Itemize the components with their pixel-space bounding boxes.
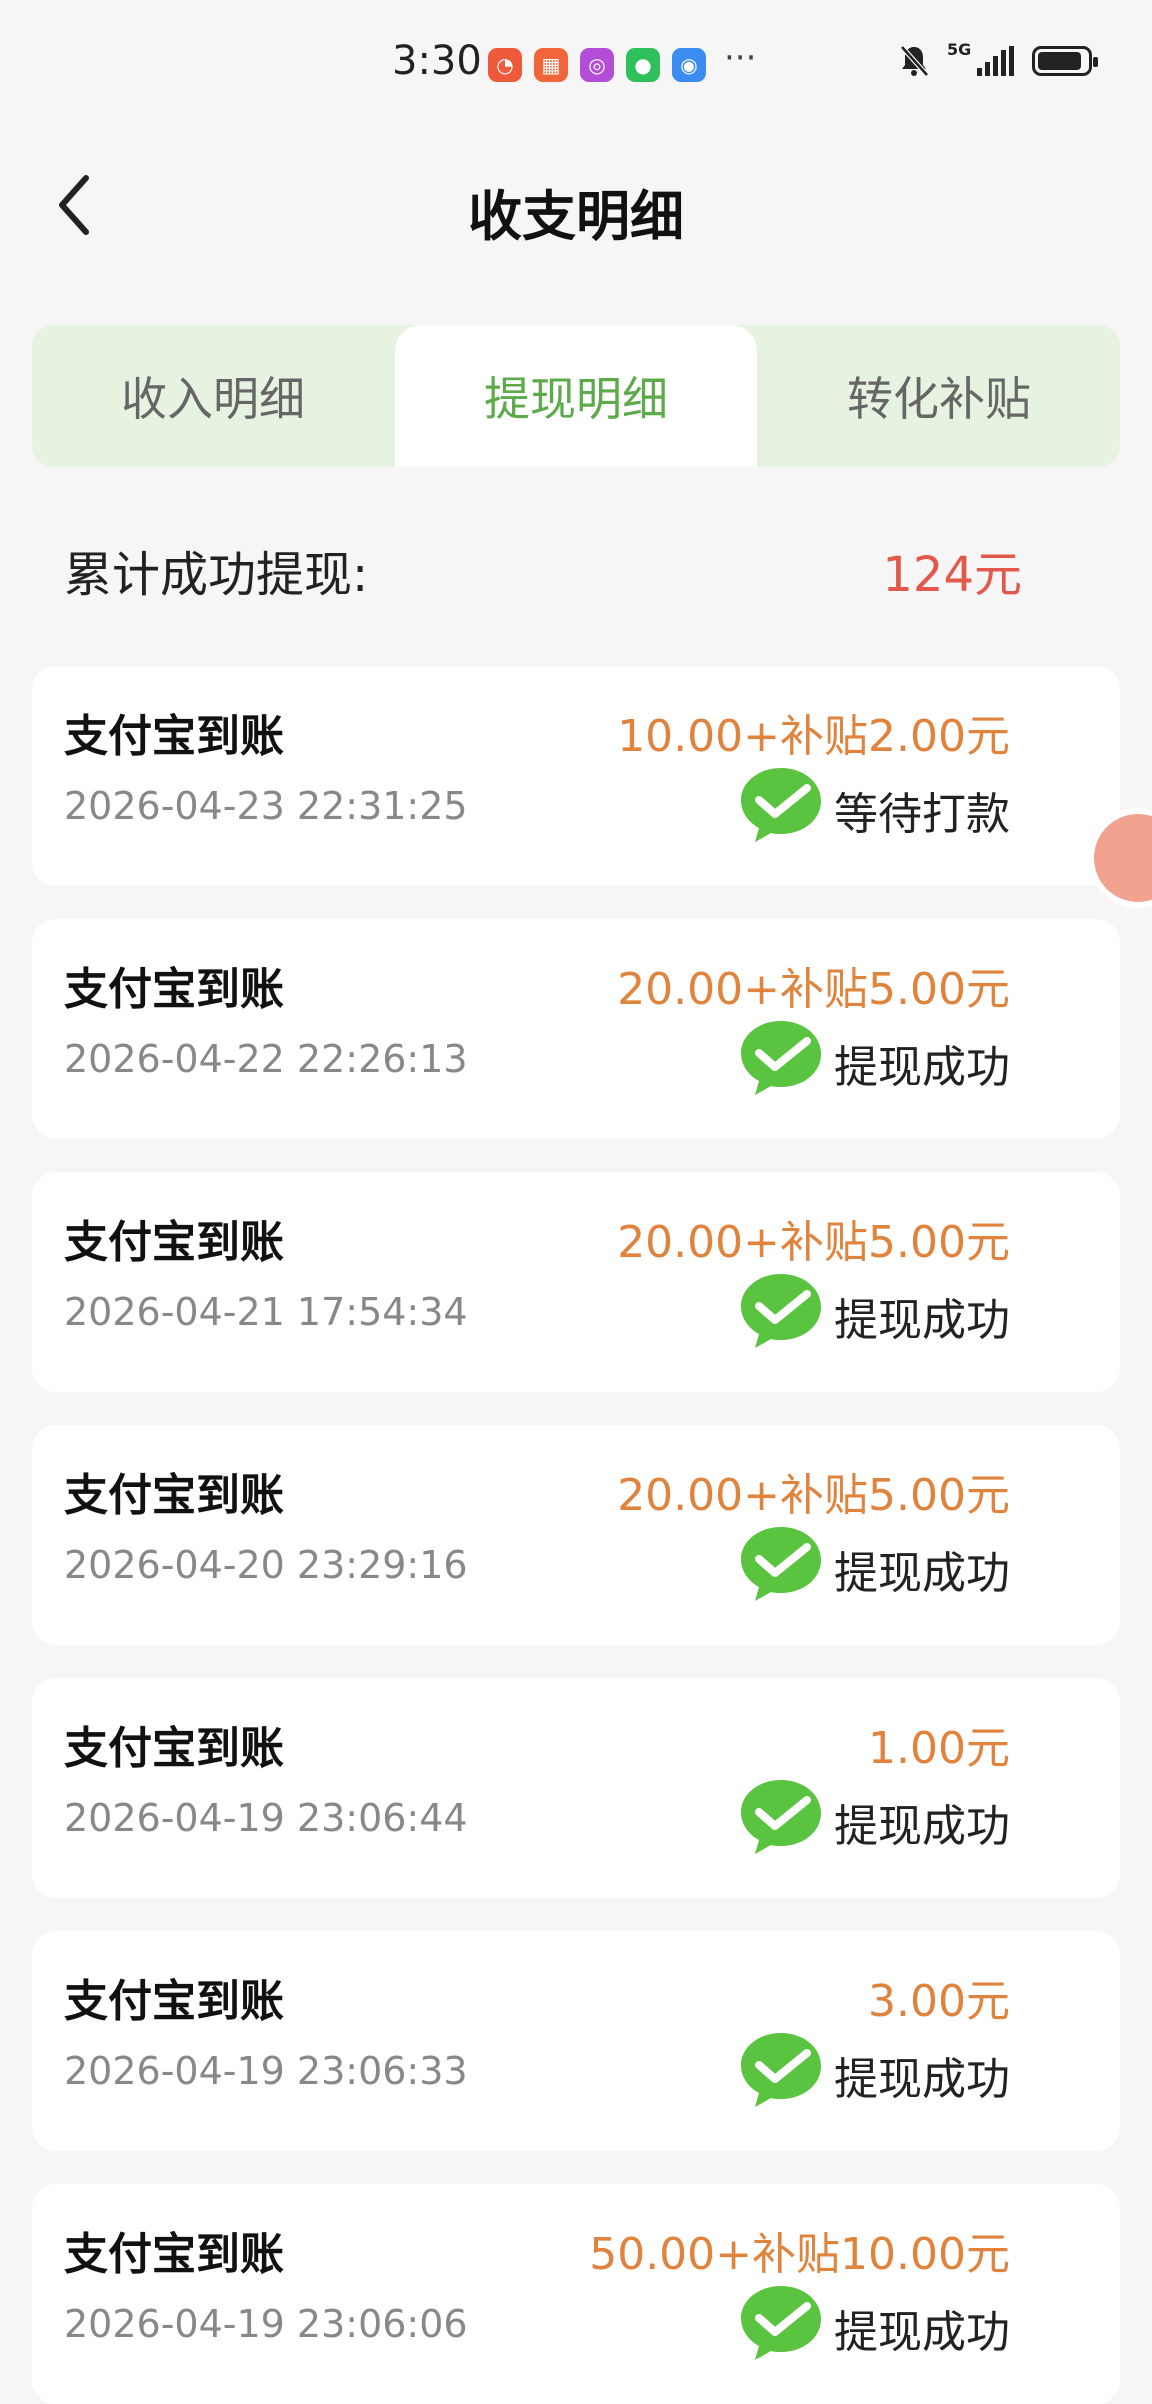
record-title: 支付宝到账 bbox=[64, 1976, 284, 2027]
record-card[interactable]: 支付宝到账 2026-04-19 23:06:44 1.00元 提现成功 bbox=[32, 1678, 1120, 1898]
record-status: 等待打款 bbox=[834, 789, 1010, 840]
network-type: 5G bbox=[947, 40, 972, 59]
record-card[interactable]: 支付宝到账 2026-04-21 17:54:34 20.00+补贴5.00元 … bbox=[32, 1172, 1120, 1392]
wechat-check-icon bbox=[741, 1527, 821, 1601]
record-amount: 10.00+补贴2.00元 bbox=[617, 711, 1010, 762]
record-time: 2026-04-19 23:06:33 bbox=[64, 2049, 468, 2093]
status-time: 3:30 bbox=[392, 38, 482, 84]
record-status: 提现成功 bbox=[834, 1295, 1010, 1346]
wechat-check-icon bbox=[741, 1021, 821, 1095]
wechat-icon: ● bbox=[626, 48, 660, 82]
record-status: 提现成功 bbox=[834, 2054, 1010, 2105]
wechat-check-icon bbox=[741, 768, 821, 842]
more-notifications-icon: ··· bbox=[724, 38, 757, 78]
record-title: 支付宝到账 bbox=[64, 711, 284, 762]
record-amount: 20.00+补贴5.00元 bbox=[617, 1470, 1010, 1521]
record-card[interactable]: 支付宝到账 2026-04-20 23:29:16 20.00+补贴5.00元 … bbox=[32, 1425, 1120, 1645]
record-card[interactable]: 支付宝到账 2026-04-22 22:26:13 20.00+补贴5.00元 … bbox=[32, 919, 1120, 1139]
record-title: 支付宝到账 bbox=[64, 1470, 284, 1521]
wechat-check-icon bbox=[741, 1780, 821, 1854]
wechat-check-icon bbox=[741, 2286, 821, 2360]
record-title: 支付宝到账 bbox=[64, 964, 284, 1015]
record-status: 提现成功 bbox=[834, 1801, 1010, 1852]
wechat-check-icon bbox=[741, 1274, 821, 1348]
page-title: 收支明细 bbox=[468, 185, 684, 248]
record-title: 支付宝到账 bbox=[64, 1217, 284, 1268]
record-title: 支付宝到账 bbox=[64, 2229, 284, 2280]
record-amount: 20.00+补贴5.00元 bbox=[617, 964, 1010, 1015]
record-time: 2026-04-20 23:29:16 bbox=[64, 1543, 468, 1587]
bell-muted-icon bbox=[900, 45, 929, 77]
record-time: 2026-04-23 22:31:25 bbox=[64, 784, 468, 828]
app-icon-2: ▦ bbox=[534, 48, 568, 82]
record-time: 2026-04-22 22:26:13 bbox=[64, 1037, 468, 1081]
record-time: 2026-04-21 17:54:34 bbox=[64, 1290, 468, 1334]
tab-conversion-subsidy[interactable]: 转化补贴 bbox=[758, 325, 1120, 467]
app-icon-3: ◎ bbox=[580, 48, 614, 82]
notification-icons: ◔ ▦ ◎ ● ◉ bbox=[488, 48, 706, 82]
message-icon: ◉ bbox=[672, 48, 706, 82]
record-title: 支付宝到账 bbox=[64, 1723, 284, 1774]
record-amount: 1.00元 bbox=[868, 1723, 1010, 1774]
record-time: 2026-04-19 23:06:44 bbox=[64, 1796, 468, 1840]
total-withdrawn-label: 累计成功提现: bbox=[64, 547, 369, 603]
app-icon-1: ◔ bbox=[488, 48, 522, 82]
tab-income-detail[interactable]: 收入明细 bbox=[32, 325, 394, 467]
record-amount: 50.00+补贴10.00元 bbox=[589, 2229, 1010, 2280]
total-withdrawn-value: 124元 bbox=[882, 547, 1022, 603]
record-status: 提现成功 bbox=[834, 1042, 1010, 1093]
record-status: 提现成功 bbox=[834, 1548, 1010, 1599]
tab-withdraw-detail[interactable]: 提现明细 bbox=[395, 325, 757, 467]
record-amount: 20.00+补贴5.00元 bbox=[617, 1217, 1010, 1268]
record-card[interactable]: 支付宝到账 2026-04-19 23:06:33 3.00元 提现成功 bbox=[32, 1931, 1120, 2151]
signal-icon: 5G bbox=[947, 40, 1014, 76]
record-time: 2026-04-19 23:06:06 bbox=[64, 2302, 468, 2346]
battery-icon bbox=[1032, 46, 1098, 76]
record-amount: 3.00元 bbox=[868, 1976, 1010, 2027]
tab-bar: 收入明细 提现明细 转化补贴 bbox=[32, 325, 1120, 467]
record-status: 提现成功 bbox=[834, 2307, 1010, 2358]
status-bar: 3:30 ◔ ▦ ◎ ● ◉ ··· 5G bbox=[0, 0, 1152, 130]
wechat-check-icon bbox=[741, 2033, 821, 2107]
record-card[interactable]: 支付宝到账 2026-04-19 23:06:06 50.00+补贴10.00元… bbox=[32, 2184, 1120, 2404]
record-card[interactable]: 支付宝到账 2026-04-23 22:31:25 10.00+补贴2.00元 … bbox=[32, 666, 1120, 886]
